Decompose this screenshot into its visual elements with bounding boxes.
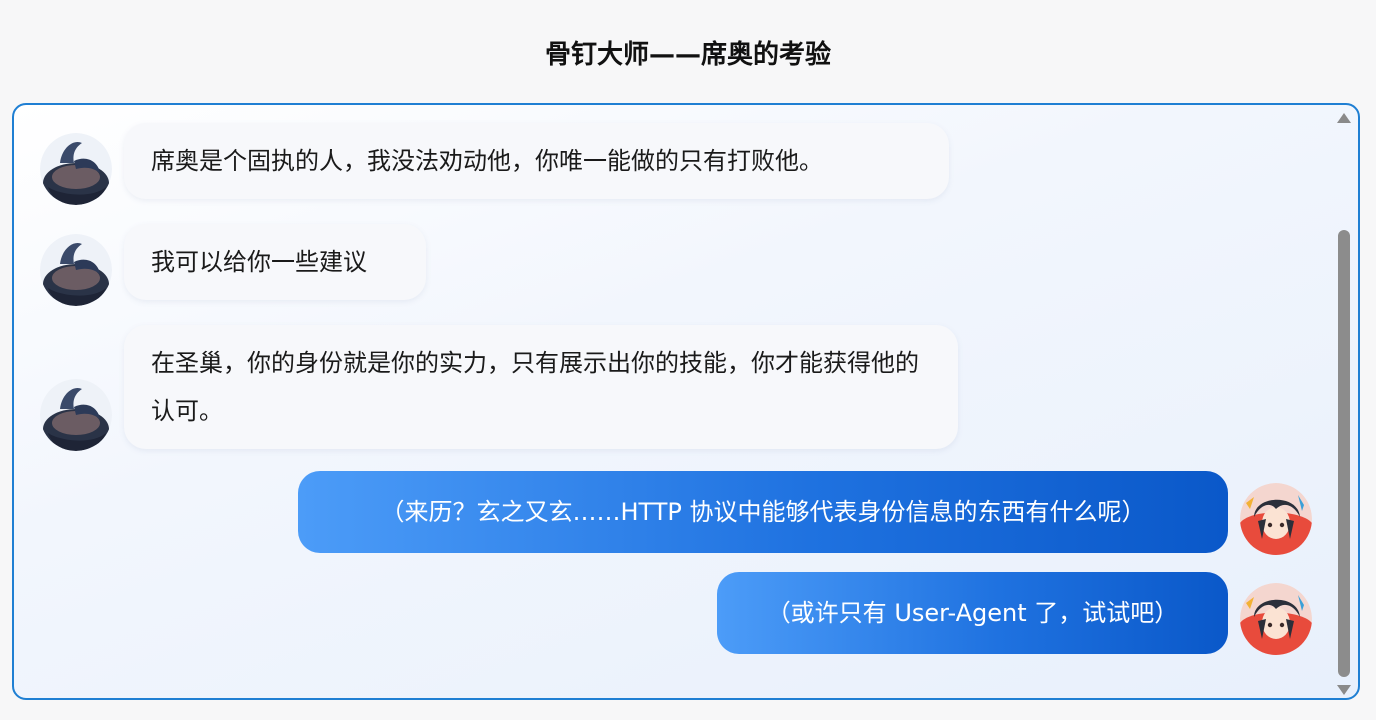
chat-panel[interactable]: 席奥是个固执的人，我没法劝动他，你唯一能做的只有打败他。 我可以给你一些建议 在… (12, 103, 1360, 700)
scroll-up-arrow-icon[interactable] (1337, 113, 1351, 123)
anime-user-avatar-icon (1240, 583, 1312, 655)
message-bubble-bot: 我可以给你一些建议 (124, 224, 426, 300)
message-text: （或许只有 User-Agent 了，试试吧） (766, 599, 1179, 627)
message-text: 席奥是个固执的人，我没法劝动他，你唯一能做的只有打败他。 (151, 147, 823, 175)
message-bubble-bot: 席奥是个固执的人，我没法劝动他，你唯一能做的只有打败他。 (124, 123, 949, 199)
message-text: 在圣巢，你的身份就是你的实力，只有展示出你的技能，你才能获得他的认可。 (151, 349, 919, 425)
message-text: 我可以给你一些建议 (151, 248, 367, 276)
message-bubble-user: （或许只有 User-Agent 了，试试吧） (717, 572, 1228, 654)
message-bubble-bot: 在圣巢，你的身份就是你的实力，只有展示出你的技能，你才能获得他的认可。 (124, 325, 958, 449)
sheo-avatar-icon (40, 234, 112, 306)
scrollbar-thumb[interactable] (1338, 230, 1350, 677)
message-text: （来历？玄之又玄……HTTP 协议中能够代表身份信息的东西有什么呢） (380, 498, 1146, 526)
message-bubble-user: （来历？玄之又玄……HTTP 协议中能够代表身份信息的东西有什么呢） (298, 471, 1228, 553)
sheo-avatar-icon (40, 379, 112, 451)
anime-user-avatar-icon (1240, 483, 1312, 555)
scroll-down-arrow-icon[interactable] (1337, 685, 1351, 695)
page-title: 骨钉大师——席奥的考验 (544, 40, 831, 70)
chat-scrollbar[interactable] (1336, 109, 1352, 697)
sheo-avatar-icon (40, 133, 112, 205)
